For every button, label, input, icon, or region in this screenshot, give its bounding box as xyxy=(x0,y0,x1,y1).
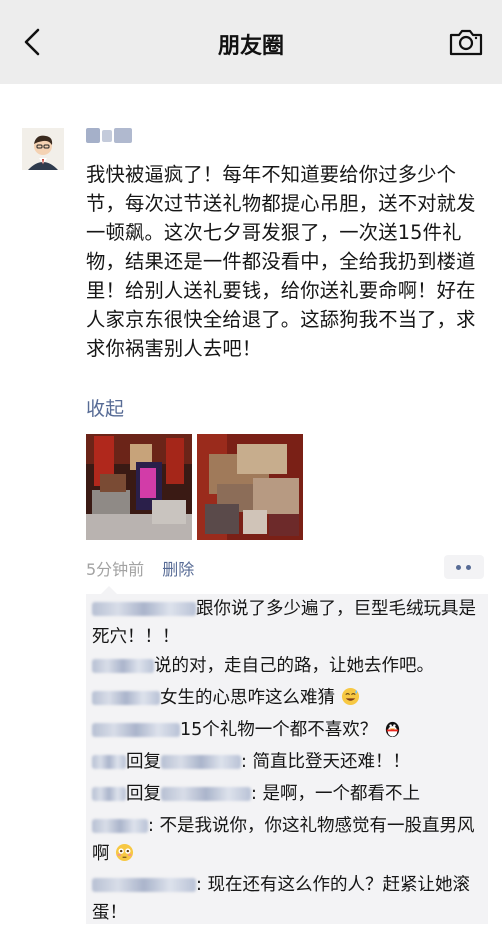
comment-item[interactable]: : 现在还有这么作的人？赶紧让她滚蛋！ xyxy=(92,871,484,927)
commenter-name-blurred[interactable] xyxy=(92,602,196,616)
camera-icon[interactable] xyxy=(448,26,484,58)
comment-item[interactable]: 说的对，走自己的路，让她去作吧。 xyxy=(92,652,484,680)
comment-item[interactable]: : 不是我说你，你这礼物感觉有一股直男风啊 xyxy=(92,812,484,868)
comment-text: 说的对，走自己的路，让她去作吧。 xyxy=(154,656,434,676)
post-meta: 5分钟前 删除 xyxy=(86,556,194,580)
avatar-image xyxy=(22,128,64,170)
reply-target-name-blurred[interactable] xyxy=(161,787,251,801)
post-photo-1[interactable] xyxy=(86,434,192,540)
comment-text: 是啊，一个都看不上 xyxy=(262,784,420,804)
sweat-smile-emoji-icon xyxy=(341,687,359,706)
photo-image xyxy=(197,434,303,540)
post-photo-2[interactable] xyxy=(197,434,303,540)
comment-text: 简直比登天还难！！ xyxy=(252,752,410,772)
commenter-name-blurred[interactable] xyxy=(92,723,180,737)
more-actions-button[interactable] xyxy=(444,555,484,579)
post-text: 我快被逼疯了！每年不知道要给你过多少个节，每次过节送礼物都提心吊胆，送不对就发一… xyxy=(86,163,476,360)
commenter-name-blurred[interactable] xyxy=(92,878,196,892)
flushed-face-emoji-icon xyxy=(116,843,134,862)
comment-item[interactable]: 跟你说了多少遍了，巨型毛绒玩具是死穴！！！ xyxy=(92,595,484,651)
reply-target-name-blurred[interactable] xyxy=(161,755,241,769)
delete-link[interactable]: 删除 xyxy=(162,560,194,579)
post-time: 5分钟前 xyxy=(86,560,145,579)
more-dot-icon xyxy=(456,565,461,570)
comment-item[interactable]: 回复: 是啊，一个都看不上 xyxy=(92,780,484,808)
comment-text: 15个礼物一个都不喜欢？ xyxy=(180,720,378,740)
avatar[interactable] xyxy=(22,128,64,170)
comment-item[interactable]: 15个礼物一个都不喜欢？ xyxy=(92,716,484,744)
comment-item[interactable]: 女生的心思咋这么难猜 xyxy=(92,684,484,712)
comment-item[interactable]: 回复: 简直比登天还难！！ xyxy=(92,748,484,776)
poster-name-blurred[interactable] xyxy=(86,126,134,146)
commenter-name-blurred[interactable] xyxy=(92,659,154,673)
commenter-name-blurred[interactable] xyxy=(92,819,148,833)
comment-text: 女生的心思咋这么难猜 xyxy=(160,688,335,708)
qq-penguin-icon xyxy=(385,721,400,738)
commenter-name-blurred[interactable] xyxy=(92,755,126,769)
top-navigation-bar: 朋友圈 xyxy=(0,0,502,84)
commenter-name-blurred[interactable] xyxy=(92,691,160,705)
comments-panel: 跟你说了多少遍了，巨型毛绒玩具是死穴！！！ 说的对，走自己的路，让她去作吧。 女… xyxy=(86,594,488,924)
photo-image xyxy=(86,434,192,540)
commenter-name-blurred[interactable] xyxy=(92,787,126,801)
collapse-link[interactable]: 收起 xyxy=(86,394,124,421)
page-title: 朋友圈 xyxy=(217,34,284,59)
more-dot-icon xyxy=(466,565,471,570)
